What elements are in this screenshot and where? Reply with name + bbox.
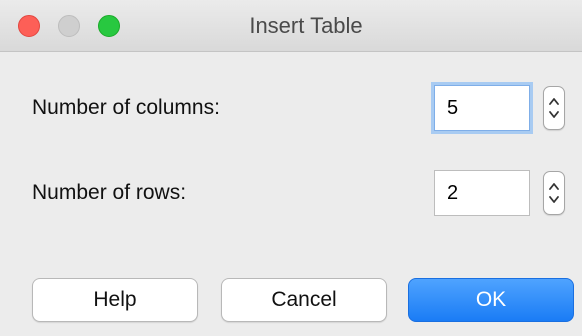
rows-input[interactable]	[434, 170, 530, 216]
up-down-chevron-icon	[549, 183, 559, 203]
ok-button[interactable]: OK	[408, 278, 574, 322]
help-button[interactable]: Help	[32, 278, 198, 322]
rows-label: Number of rows:	[32, 181, 187, 204]
insert-table-dialog: Insert Table Number of columns: Number o…	[0, 0, 582, 336]
title-bar[interactable]: Insert Table	[0, 0, 582, 52]
up-down-chevron-icon	[549, 98, 559, 118]
columns-stepper[interactable]	[543, 86, 565, 130]
columns-label: Number of columns:	[32, 96, 220, 119]
columns-input[interactable]	[434, 85, 530, 131]
window-title: Insert Table	[249, 13, 363, 38]
cancel-button[interactable]: Cancel	[221, 278, 387, 322]
rows-stepper[interactable]	[543, 171, 565, 215]
